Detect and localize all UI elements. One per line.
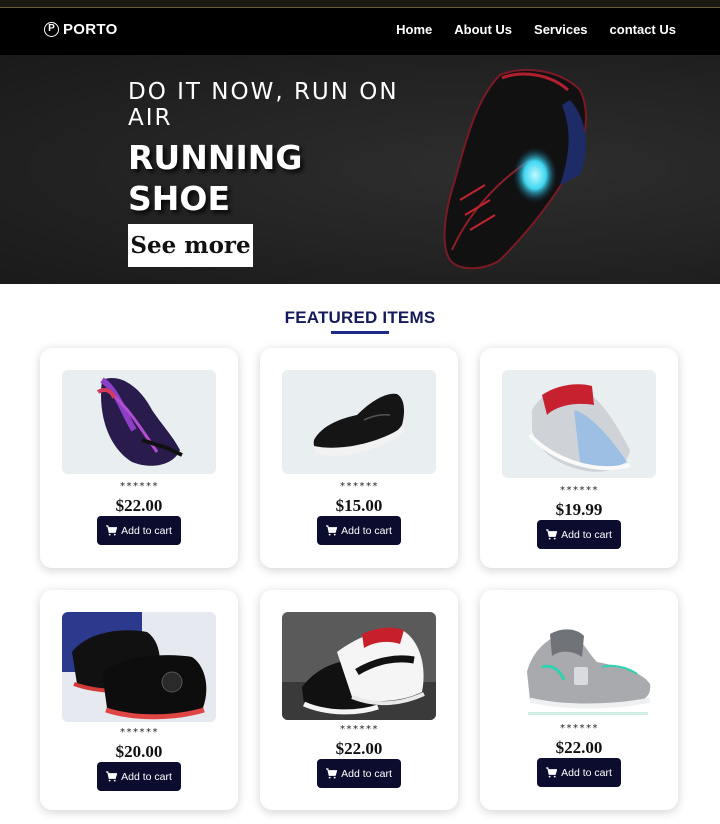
navbar: P PORTO Home About Us Services contact U… <box>0 8 720 55</box>
product-card: ****** $19.99 Add to cart <box>480 348 678 568</box>
price: $22.00 <box>335 739 383 758</box>
product-image[interactable] <box>62 370 216 474</box>
logo-mark: P <box>44 22 59 37</box>
product-card: ****** $20.00 Add to cart <box>40 590 238 810</box>
cart-label: Add to cart <box>561 528 612 541</box>
cart-icon <box>546 767 558 778</box>
nav-link-contact[interactable]: contact Us <box>610 22 676 37</box>
price: $22.00 <box>555 738 603 757</box>
price: $20.00 <box>115 742 163 761</box>
cart-label: Add to cart <box>341 524 392 537</box>
product-image[interactable] <box>502 370 656 478</box>
price: $19.99 <box>555 500 603 519</box>
nav-links: Home About Us Services contact Us <box>396 22 676 37</box>
cart-label: Add to cart <box>561 766 612 779</box>
nav-link-services[interactable]: Services <box>534 22 588 37</box>
cart-label: Add to cart <box>121 524 172 537</box>
price: $15.00 <box>335 496 383 515</box>
nav-link-home[interactable]: Home <box>396 22 432 37</box>
product-card: ****** $22.00 Add to cart <box>40 348 238 568</box>
product-card: ****** $15.00 Add to cart <box>260 348 458 568</box>
top-border <box>0 0 720 8</box>
hero-title: RUNNING SHOE <box>128 138 303 218</box>
product-image[interactable] <box>282 612 436 720</box>
cart-icon <box>546 529 558 540</box>
product-card: ****** $22.00 Add to cart <box>480 590 678 810</box>
hero-shoe-image <box>443 69 587 270</box>
product-image[interactable] <box>62 612 216 722</box>
hero-banner: DO IT NOW, RUN ON AIR RUNNING SHOE See m… <box>0 55 720 284</box>
cart-icon <box>106 771 118 782</box>
heading-underline <box>331 331 389 334</box>
cart-icon <box>106 525 118 536</box>
add-to-cart-button[interactable]: Add to cart <box>317 516 401 545</box>
rating: ****** <box>119 481 159 492</box>
rating: ****** <box>339 724 379 735</box>
add-to-cart-button[interactable]: Add to cart <box>317 759 401 788</box>
add-to-cart-button[interactable]: Add to cart <box>537 758 621 787</box>
add-to-cart-button[interactable]: Add to cart <box>537 520 621 549</box>
rating: ****** <box>559 485 599 496</box>
logo[interactable]: P PORTO <box>44 21 118 38</box>
add-to-cart-button[interactable]: Add to cart <box>97 516 181 545</box>
rating: ****** <box>339 481 379 492</box>
cart-icon <box>326 768 338 779</box>
add-to-cart-button[interactable]: Add to cart <box>97 762 181 791</box>
product-image[interactable] <box>502 612 656 718</box>
logo-text: PORTO <box>63 21 118 38</box>
product-image[interactable] <box>282 370 436 474</box>
see-more-button[interactable]: See more <box>128 224 253 267</box>
rating: ****** <box>559 723 599 734</box>
cart-icon <box>326 525 338 536</box>
rating: ****** <box>119 727 159 738</box>
price: $22.00 <box>115 496 163 515</box>
nav-link-about[interactable]: About Us <box>454 22 512 37</box>
product-card: ****** $22.00 Add to cart <box>260 590 458 810</box>
cart-label: Add to cart <box>121 770 172 783</box>
hero-subtitle: DO IT NOW, RUN ON AIR <box>128 79 399 131</box>
cart-label: Add to cart <box>341 767 392 780</box>
featured-heading: FEATURED ITEMS <box>284 308 436 327</box>
